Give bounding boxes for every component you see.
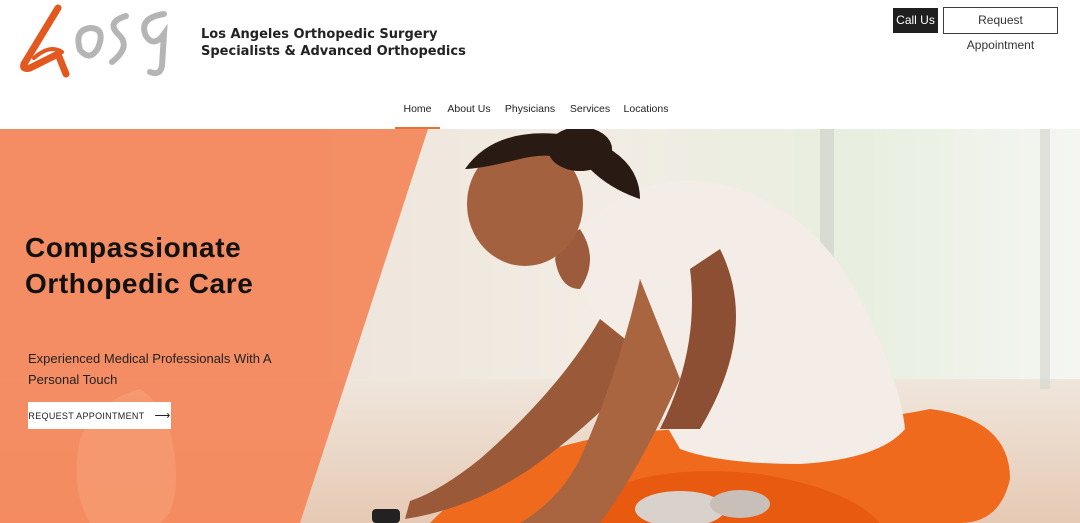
logo[interactable] — [14, 4, 186, 80]
site-header: Los Angeles Orthopedic Surgery Specialis… — [0, 0, 1080, 129]
nav-physicians[interactable]: Physicians — [498, 97, 562, 129]
hero-button-label: REQUEST APPOINTMENT — [28, 410, 145, 421]
hero-request-appointment-button[interactable]: REQUEST APPOINTMENT ⟶ — [28, 402, 171, 429]
hero-banner: Compassionate Orthopedic Care Experience… — [0, 129, 1080, 523]
nav-about-us[interactable]: About Us — [440, 97, 498, 129]
nav-locations[interactable]: Locations — [618, 97, 674, 129]
nav-home[interactable]: Home — [395, 97, 440, 129]
nav-services[interactable]: Services — [562, 97, 618, 129]
arrow-right-icon: ⟶ — [154, 410, 171, 422]
site-title: Los Angeles Orthopedic Surgery Specialis… — [201, 27, 466, 59]
hero-overlay — [0, 129, 428, 523]
call-us-button[interactable]: Call Us — [893, 8, 938, 33]
hero-subtitle: Experienced Medical Professionals With A… — [28, 351, 271, 387]
hero-title: Compassionate Orthopedic Care — [25, 232, 254, 299]
main-nav: Home About Us Physicians Services Locati… — [395, 97, 674, 129]
request-appointment-button[interactable]: Request Appointment — [943, 7, 1058, 52]
